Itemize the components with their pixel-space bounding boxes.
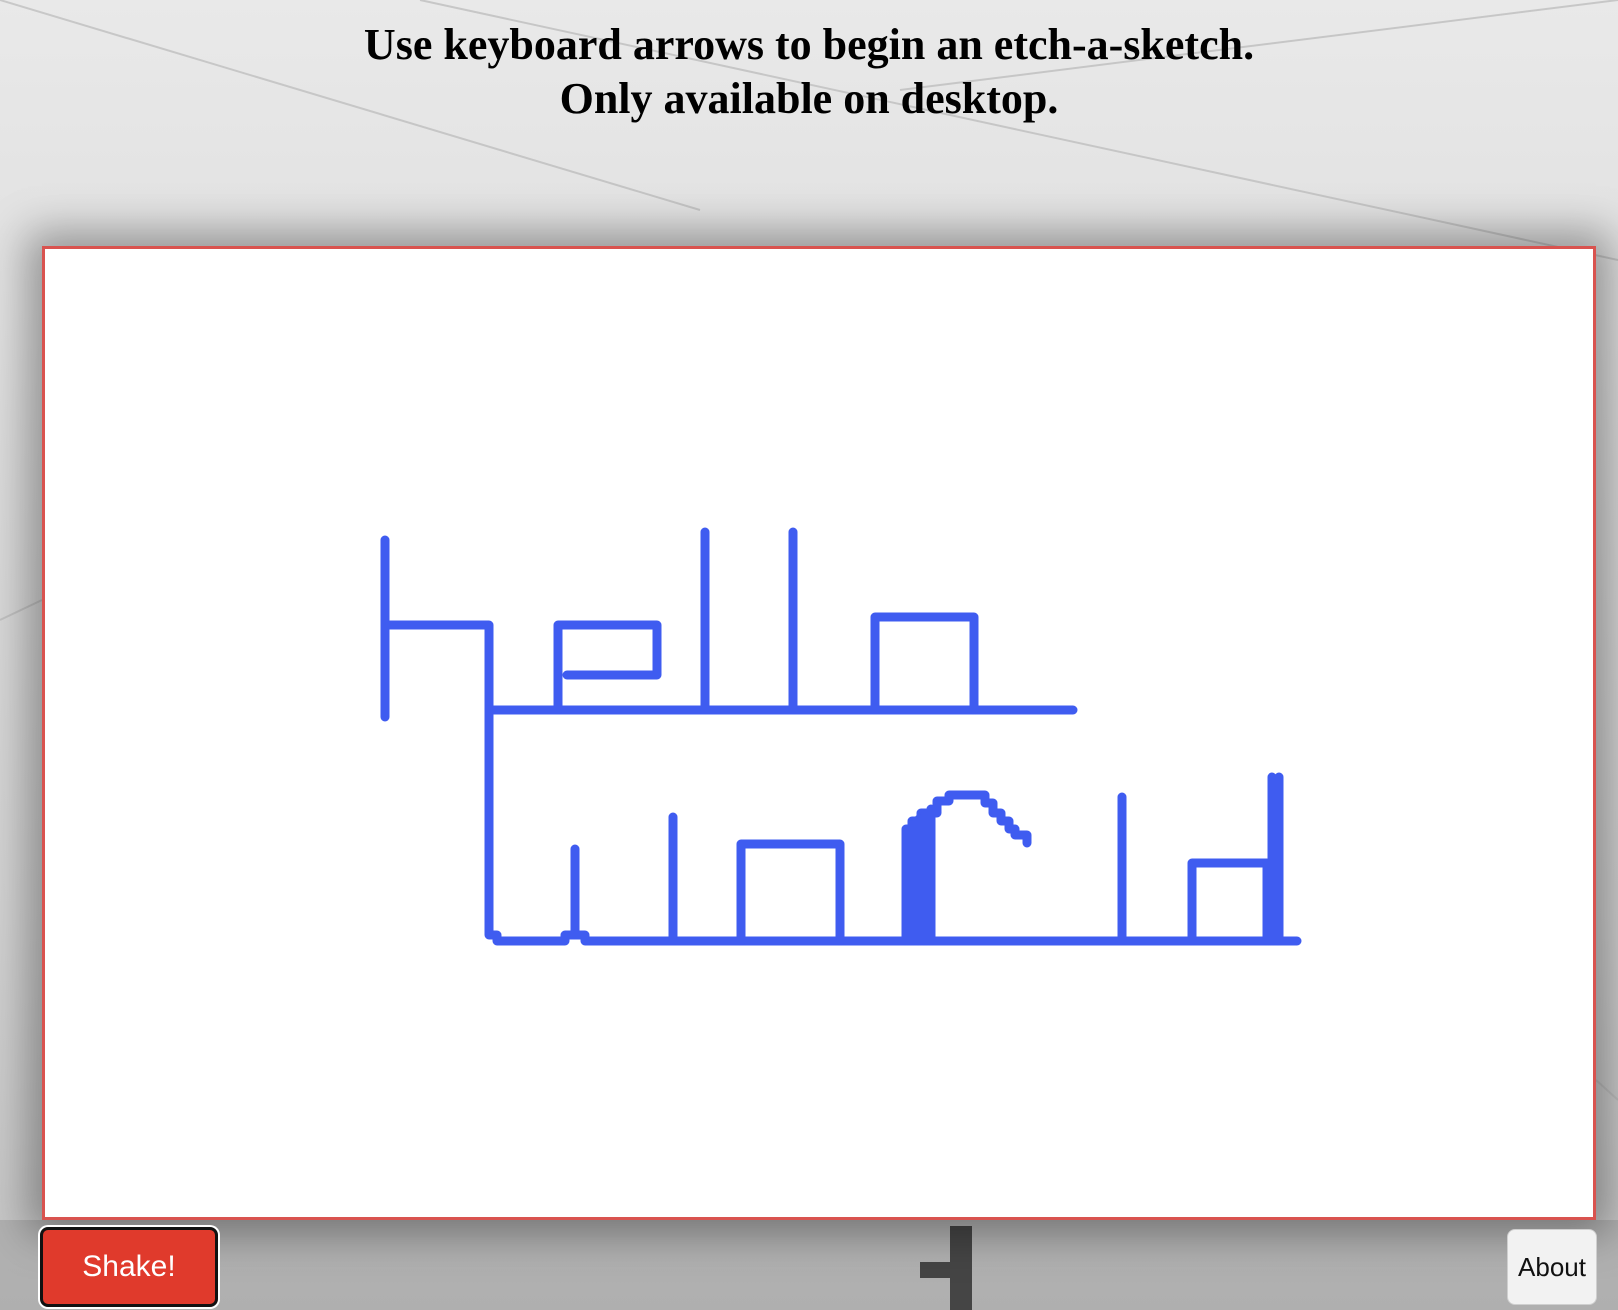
instructions-line-2: Only available on desktop.: [559, 74, 1059, 123]
sketch-drawing: [380, 527, 1302, 946]
stroke-letter-d-stem: [1267, 772, 1284, 946]
instructions-line-1: Use keyboard arrows to begin an etch-a-s…: [363, 20, 1255, 69]
shake-button[interactable]: Shake!: [40, 1227, 218, 1307]
stroke-letter-r-thick: [907, 804, 936, 946]
instructions-heading: Use keyboard arrows to begin an etch-a-s…: [0, 18, 1618, 126]
stroke-letter-d: [1187, 858, 1272, 946]
stroke-letter-e: [553, 620, 662, 715]
stroke-letter-o-2: [736, 839, 845, 946]
stroke-letter-o: [870, 612, 979, 715]
sketch-canvas[interactable]: [42, 246, 1596, 1220]
stroke-connector: [484, 705, 580, 946]
about-button[interactable]: About: [1507, 1229, 1597, 1305]
